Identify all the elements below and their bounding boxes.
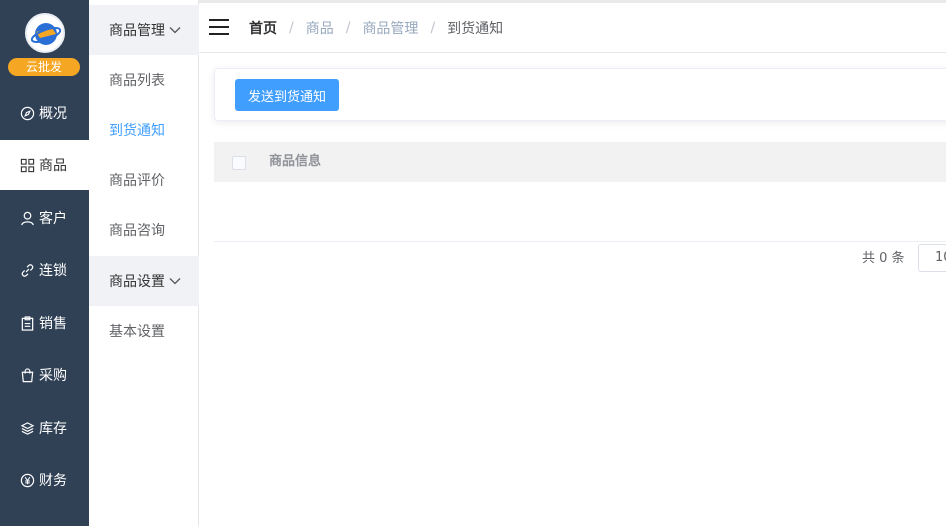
sidebar-item-overview[interactable]: 概况	[0, 88, 89, 138]
yen-icon	[20, 473, 35, 487]
submenu-item-product-reviews[interactable]: 商品评价	[89, 155, 199, 205]
submenu-item-label: 商品列表	[109, 73, 165, 89]
submenu-item-label: 商品评价	[109, 173, 165, 189]
sidebar-item-sales[interactable]: 销售	[0, 298, 89, 348]
header: 首页 / 商品 / 商品管理 / 到货通知	[199, 3, 946, 53]
submenu-item-label: 到货通知	[109, 123, 165, 139]
chevron-down-icon	[169, 278, 181, 285]
chevron-down-icon	[169, 27, 181, 34]
submenu-item-product-inquiry[interactable]: 商品咨询	[89, 205, 199, 255]
sidebar-item-label: 财务	[39, 473, 67, 489]
breadcrumb-current: 到货通知	[447, 21, 504, 37]
bag-icon	[21, 367, 34, 382]
column-header-product-info: 商品信息	[269, 154, 322, 169]
breadcrumb-product-management: 商品管理	[362, 21, 419, 37]
sidebar-item-label: 库存	[39, 421, 67, 437]
submenu-group-label: 商品设置	[109, 274, 165, 290]
sidebar-item-label: 概况	[39, 106, 67, 122]
submenu-item-label: 商品咨询	[109, 223, 165, 239]
sidebar-item-label: 客户	[39, 211, 67, 227]
breadcrumb-separator: /	[430, 20, 436, 36]
submenu: 商品管理 商品列表 到货通知 商品评价 商品咨询 商品设置 基本设置	[89, 0, 199, 526]
submenu-group-label: 商品管理	[109, 23, 165, 39]
table-bottom-border	[214, 241, 946, 242]
sidebar-item-label: 销售	[39, 316, 67, 332]
clipboard-icon	[21, 315, 34, 331]
breadcrumb-separator: /	[345, 20, 351, 36]
send-arrival-notice-button[interactable]: 发送到货通知	[235, 79, 339, 111]
user-icon	[21, 211, 34, 225]
submenu-group-product-settings[interactable]: 商品设置	[89, 256, 199, 306]
action-card: 发送到货通知	[214, 68, 946, 121]
sidebar-item-label: 连锁	[39, 263, 67, 279]
submenu-item-arrival-notice[interactable]: 到货通知	[89, 105, 199, 155]
compass-icon	[20, 106, 35, 120]
sidebar-item-finance[interactable]: 财务	[0, 455, 89, 505]
link-icon	[21, 263, 34, 277]
breadcrumb-separator: /	[289, 20, 294, 36]
submenu-item-product-list[interactable]: 商品列表	[89, 55, 199, 105]
breadcrumb-products: 商品	[305, 21, 334, 37]
brand-name: 云批发	[8, 58, 80, 76]
page-size-select[interactable]: 10	[918, 244, 946, 272]
table-header: 商品信息	[214, 142, 946, 182]
sidebar-item-inventory[interactable]: 库存	[0, 403, 89, 453]
pagination-total: 共 0 条	[862, 251, 905, 266]
sidebar-item-purchase[interactable]: 采购	[0, 350, 89, 400]
sidebar-item-chain[interactable]: 连锁	[0, 245, 89, 295]
submenu-item-basic-settings[interactable]: 基本设置	[89, 306, 199, 356]
sidebar-item-customers[interactable]: 客户	[0, 193, 89, 243]
main-sidebar: 云批发 概况 商品 客户 连锁 销售 采购 库存 财务	[0, 0, 89, 526]
hamburger-menu-icon[interactable]	[209, 19, 229, 35]
sidebar-item-products[interactable]: 商品	[0, 140, 89, 190]
breadcrumb: 首页 / 商品 / 商品管理 / 到货通知	[249, 3, 503, 53]
submenu-group-product-management[interactable]: 商品管理	[89, 5, 199, 55]
layers-icon	[20, 421, 35, 435]
sidebar-item-label: 采购	[39, 368, 67, 384]
logo-area: 云批发	[0, 0, 89, 87]
logo[interactable]	[25, 13, 65, 53]
sidebar-item-label: 商品	[39, 158, 67, 174]
select-all-checkbox[interactable]	[232, 156, 246, 170]
submenu-item-label: 基本设置	[109, 324, 165, 340]
grid-icon	[20, 158, 35, 172]
breadcrumb-home[interactable]: 首页	[249, 18, 277, 38]
